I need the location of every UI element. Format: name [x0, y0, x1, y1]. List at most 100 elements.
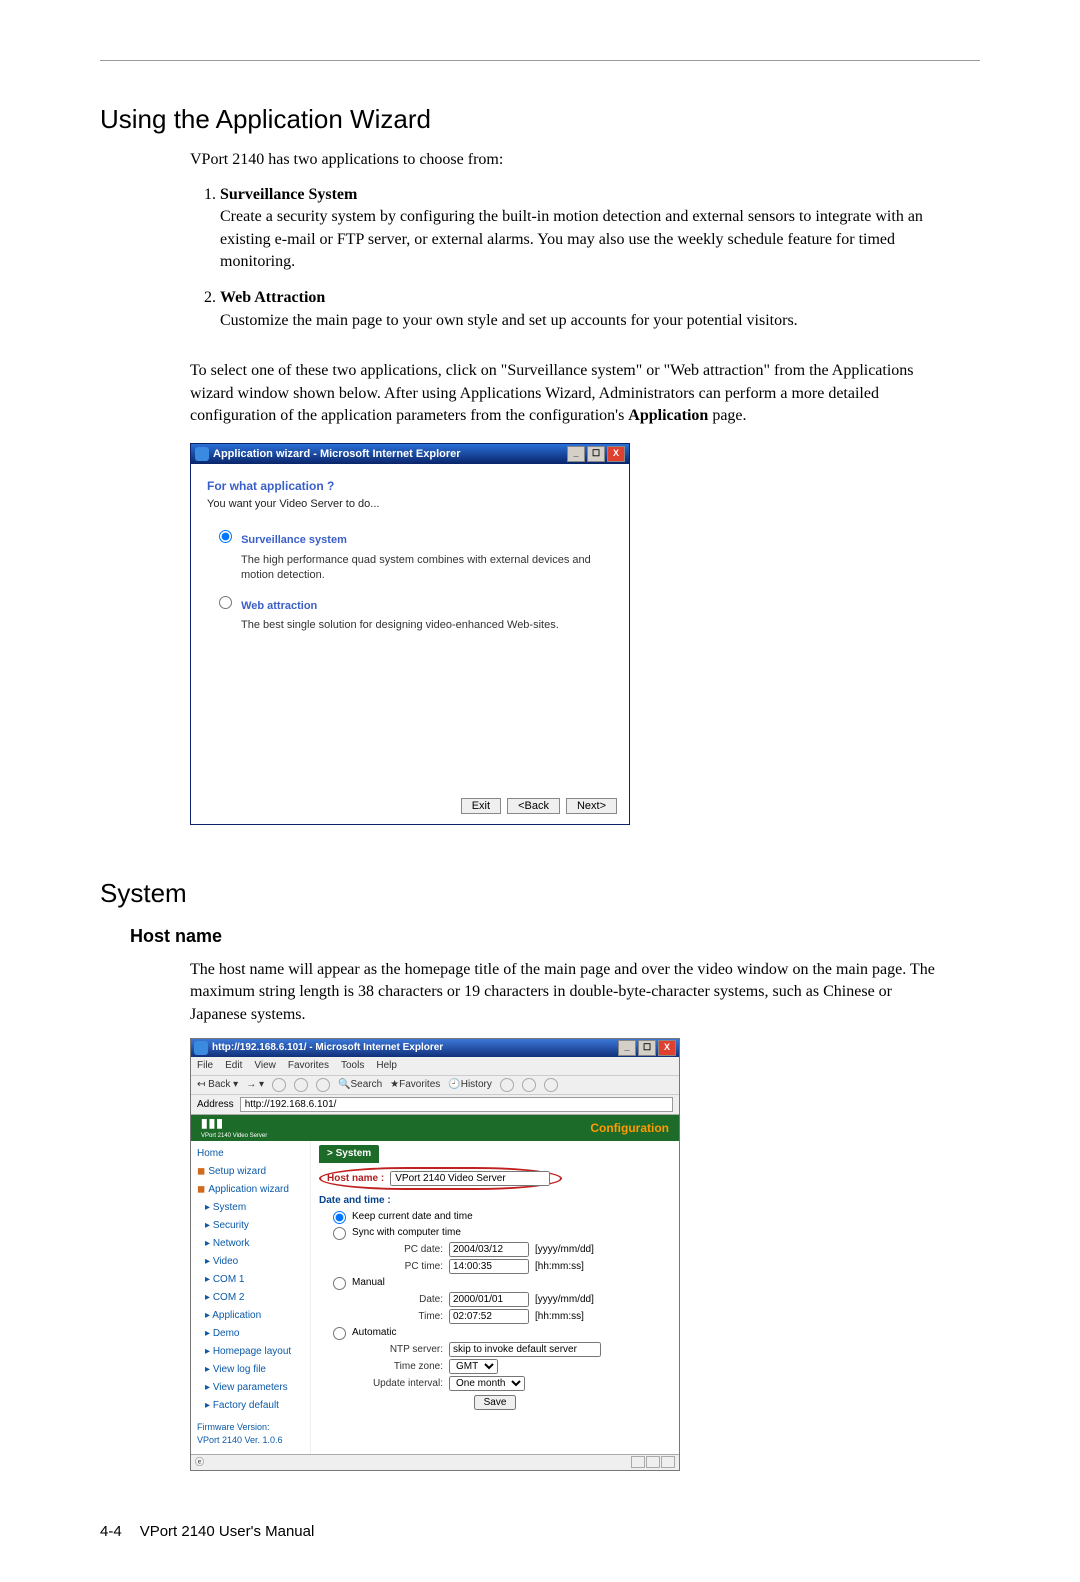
- brand-logo: ▮▮▮: [201, 1116, 224, 1130]
- update-select[interactable]: One month: [449, 1376, 525, 1391]
- menu-help[interactable]: Help: [376, 1059, 397, 1073]
- config-title-bar: http://192.168.6.101/ - Microsoft Intern…: [191, 1039, 679, 1057]
- sidebar-item-demo[interactable]: ▸ Demo: [191, 1325, 310, 1343]
- exit-button[interactable]: Exit: [461, 798, 501, 814]
- config-content: > System Host name : Date and time : Kee…: [311, 1141, 679, 1454]
- sidebar-item-system[interactable]: ▸ System: [191, 1199, 310, 1217]
- back-button[interactable]: <Back: [507, 798, 560, 814]
- brand-sub: VPort 2140 Video Server: [201, 1132, 267, 1140]
- pc-date-hint: [yyyy/mm/dd]: [535, 1243, 594, 1257]
- sidebar-label: COM 2: [213, 1292, 245, 1303]
- refresh-icon[interactable]: [294, 1078, 308, 1092]
- pc-date-input[interactable]: [449, 1242, 529, 1257]
- sidebar-item-homepage[interactable]: ▸ Homepage layout: [191, 1343, 310, 1361]
- maximize-button[interactable]: ☐: [638, 1040, 656, 1056]
- menu-edit[interactable]: Edit: [225, 1059, 242, 1073]
- opt-sync-row[interactable]: Sync with computer time: [333, 1226, 671, 1240]
- status-ie-icon: ⓔ: [195, 1456, 204, 1469]
- radio-sync[interactable]: [333, 1227, 346, 1240]
- sidebar-item-viewparams[interactable]: ▸ View parameters: [191, 1379, 310, 1397]
- pc-time-hint: [hh:mm:ss]: [535, 1260, 584, 1274]
- sidebar-label: View parameters: [213, 1382, 288, 1393]
- menu-favorites[interactable]: Favorites: [288, 1059, 329, 1073]
- back-nav[interactable]: ↤ Back ▾: [197, 1078, 238, 1092]
- stop-icon[interactable]: [272, 1078, 286, 1092]
- edit-icon[interactable]: [544, 1078, 558, 1092]
- search-button[interactable]: 🔍Search: [338, 1078, 382, 1092]
- opt-keep-row[interactable]: Keep current date and time: [333, 1210, 671, 1224]
- opt-auto-label: Automatic: [352, 1326, 396, 1340]
- minimize-button[interactable]: _: [618, 1040, 636, 1056]
- sidebar-label: Video: [213, 1256, 238, 1267]
- wizard-opt2-desc: The best single solution for designing v…: [241, 618, 613, 633]
- menu-tools[interactable]: Tools: [341, 1059, 364, 1073]
- status-cell: [661, 1456, 675, 1468]
- pc-time-input[interactable]: [449, 1259, 529, 1274]
- minimize-button[interactable]: _: [567, 446, 585, 462]
- wizard-title: Application wizard - Microsoft Internet …: [213, 447, 461, 462]
- history-button[interactable]: 🕘History: [448, 1078, 492, 1092]
- app-item-desc: Create a security system by configuring …: [220, 208, 923, 270]
- save-button[interactable]: Save: [474, 1395, 517, 1410]
- close-button[interactable]: X: [607, 446, 625, 462]
- address-bar: Address: [191, 1095, 679, 1115]
- radio-keep[interactable]: [333, 1211, 346, 1224]
- manual-time-hint: [hh:mm:ss]: [535, 1310, 584, 1324]
- sidebar-item-viewlog[interactable]: ▸ View log file: [191, 1361, 310, 1379]
- manual-date-input[interactable]: [449, 1292, 529, 1307]
- sidebar-setup-wizard[interactable]: ◼Setup wizard: [191, 1163, 310, 1181]
- sidebar-label: Factory default: [213, 1400, 279, 1411]
- sidebar-app-wizard[interactable]: ◼Application wizard: [191, 1181, 310, 1199]
- wizard-opt2-label: Web attraction: [241, 600, 317, 612]
- sidebar-item-network[interactable]: ▸ Network: [191, 1235, 310, 1253]
- next-button[interactable]: Next>: [566, 798, 617, 814]
- history-label: History: [461, 1079, 492, 1090]
- manual-date-hint: [yyyy/mm/dd]: [535, 1293, 594, 1307]
- config-window-title: http://192.168.6.101/ - Microsoft Intern…: [212, 1041, 443, 1055]
- mail-icon[interactable]: [500, 1078, 514, 1092]
- status-cell: [631, 1456, 645, 1468]
- firmware-label: Firmware Version:: [197, 1422, 270, 1432]
- ntp-input[interactable]: [449, 1342, 601, 1357]
- wizard-option-surveillance[interactable]: Surveillance system: [219, 530, 613, 548]
- search-label: Search: [350, 1079, 382, 1090]
- top-rule: [100, 60, 980, 61]
- opt-keep-label: Keep current date and time: [352, 1210, 473, 1224]
- maximize-button[interactable]: ☐: [587, 446, 605, 462]
- sidebar-home[interactable]: Home: [191, 1145, 310, 1163]
- radio-auto[interactable]: [333, 1327, 346, 1340]
- wizard-option-web[interactable]: Web attraction: [219, 596, 613, 614]
- tz-select[interactable]: GMT: [449, 1359, 498, 1374]
- sidebar-item-com2[interactable]: ▸ COM 2: [191, 1289, 310, 1307]
- home-icon[interactable]: [316, 1078, 330, 1092]
- update-label: Update interval:: [333, 1377, 443, 1391]
- pc-time-label: PC time:: [333, 1260, 443, 1274]
- manual-time-input[interactable]: [449, 1309, 529, 1324]
- sidebar-item-security[interactable]: ▸ Security: [191, 1217, 310, 1235]
- print-icon[interactable]: [522, 1078, 536, 1092]
- manual-time-label: Time:: [333, 1310, 443, 1324]
- sidebar-item-com1[interactable]: ▸ COM 1: [191, 1271, 310, 1289]
- configuration-label: Configuration: [590, 1120, 669, 1137]
- opt-manual-row[interactable]: Manual: [333, 1276, 671, 1290]
- sidebar-label: Homepage layout: [213, 1346, 291, 1357]
- radio-web[interactable]: [219, 596, 232, 609]
- radio-surveillance[interactable]: [219, 530, 232, 543]
- host-input[interactable]: [390, 1171, 550, 1186]
- menu-file[interactable]: File: [197, 1059, 213, 1073]
- forward-nav[interactable]: → ▾: [246, 1078, 264, 1092]
- sidebar-label: COM 1: [213, 1274, 245, 1285]
- favorites-button[interactable]: ★Favorites: [390, 1078, 440, 1092]
- sidebar-item-video[interactable]: ▸ Video: [191, 1253, 310, 1271]
- sidebar-item-factory[interactable]: ▸ Factory default: [191, 1397, 310, 1415]
- menu-view[interactable]: View: [254, 1059, 276, 1073]
- address-input[interactable]: [240, 1097, 673, 1112]
- close-button[interactable]: X: [658, 1040, 676, 1056]
- page-number: 4-4: [100, 1521, 122, 1542]
- radio-manual[interactable]: [333, 1277, 346, 1290]
- opt-auto-row[interactable]: Automatic: [333, 1326, 671, 1340]
- app-list-item-2: Web Attraction Customize the main page t…: [220, 287, 950, 332]
- status-bar: ⓔ: [191, 1454, 679, 1470]
- sidebar-item-application[interactable]: ▸ Application: [191, 1307, 310, 1325]
- firmware-value: VPort 2140 Ver. 1.0.6: [197, 1435, 283, 1445]
